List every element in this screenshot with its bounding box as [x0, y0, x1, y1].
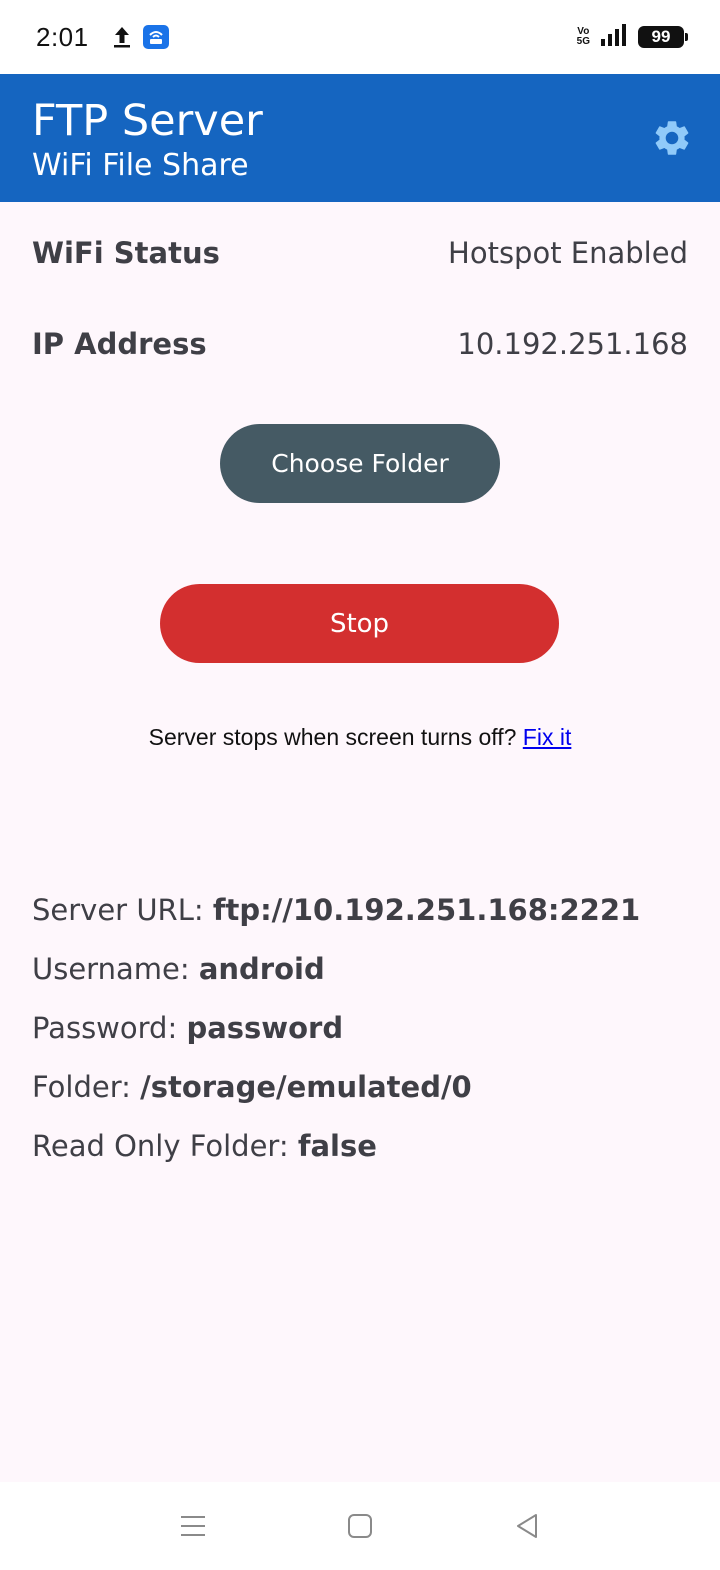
- fix-it-link[interactable]: Fix it: [523, 724, 572, 750]
- read-only-value: false: [297, 1129, 377, 1163]
- app-title: FTP Server: [32, 96, 263, 146]
- status-right-group: Vo 5G 99: [577, 23, 688, 51]
- wifi-status-label: WiFi Status: [32, 236, 220, 270]
- gear-icon: [655, 121, 689, 155]
- ip-address-row: IP Address 10.192.251.168: [32, 327, 688, 361]
- screen-off-hint: Server stops when screen turns off? Fix …: [0, 724, 720, 751]
- status-time: 2:01: [36, 21, 89, 52]
- menu-button[interactable]: [173, 1506, 213, 1546]
- volte-icon: Vo 5G: [577, 27, 590, 47]
- read-only-label: Read Only Folder:: [32, 1129, 289, 1163]
- app-bar: FTP Server WiFi File Share: [0, 74, 720, 202]
- password-value: password: [186, 1011, 344, 1045]
- home-icon: [347, 1514, 372, 1538]
- wifi-status-row: WiFi Status Hotspot Enabled: [32, 236, 688, 270]
- username-line: Username: android: [32, 947, 640, 1006]
- server-url-value: ftp://10.192.251.168:2221: [212, 893, 641, 927]
- system-nav-bar: [0, 1482, 720, 1570]
- ip-address-label: IP Address: [32, 327, 207, 361]
- ip-address-value: 10.192.251.168: [457, 327, 688, 361]
- hint-text: Server stops when screen turns off?: [148, 724, 517, 750]
- app-notification-icon: [142, 25, 169, 49]
- choose-folder-button[interactable]: Choose Folder: [220, 424, 500, 503]
- server-details: Server URL: ftp://10.192.251.168:2221 Us…: [32, 888, 640, 1183]
- server-url-label: Server URL:: [32, 893, 204, 927]
- battery-level: 99: [651, 27, 671, 46]
- password-line: Password: password: [32, 1006, 640, 1065]
- signal-icon: [600, 23, 628, 51]
- upload-icon: [111, 24, 133, 50]
- folder-label: Folder:: [32, 1070, 131, 1104]
- back-button[interactable]: [507, 1506, 547, 1546]
- folder-line: Folder: /storage/emulated/0: [32, 1065, 640, 1124]
- volte-bottom-label: 5G: [576, 36, 590, 47]
- settings-button[interactable]: [650, 116, 694, 160]
- status-bar: 2:01 Vo 5G 99: [0, 0, 720, 74]
- username-value: android: [198, 952, 325, 986]
- server-url-line: Server URL: ftp://10.192.251.168:2221: [32, 888, 640, 947]
- folder-value: /storage/emulated/0: [140, 1070, 472, 1104]
- stop-button[interactable]: Stop: [160, 584, 559, 663]
- menu-icon: [181, 1516, 206, 1536]
- read-only-line: Read Only Folder: false: [32, 1124, 640, 1183]
- battery-icon: 99: [638, 26, 688, 48]
- password-label: Password:: [32, 1011, 178, 1045]
- app-subtitle: WiFi File Share: [32, 148, 249, 183]
- home-button[interactable]: [340, 1506, 380, 1546]
- back-icon: [516, 1514, 537, 1538]
- username-label: Username:: [32, 952, 190, 986]
- wifi-status-value: Hotspot Enabled: [448, 236, 688, 270]
